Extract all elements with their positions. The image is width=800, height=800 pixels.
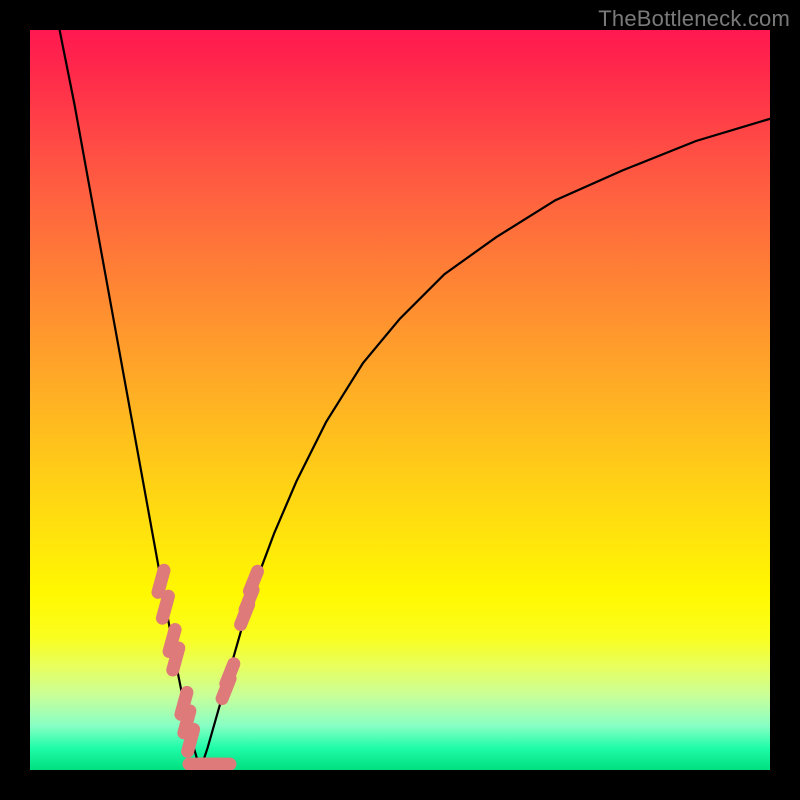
marker-0 — [158, 570, 164, 592]
marker-14 — [249, 571, 257, 591]
series-right-branch — [200, 119, 770, 770]
marker-1 — [162, 596, 168, 618]
curve-layer — [30, 30, 770, 770]
data-markers — [158, 570, 257, 764]
marker-6 — [188, 729, 194, 751]
marker-11 — [226, 664, 234, 684]
marker-3 — [173, 648, 179, 670]
chart-frame: TheBottleneck.com — [0, 0, 800, 800]
plot-area — [30, 30, 770, 770]
bottleneck-curve — [60, 30, 770, 770]
watermark-text: TheBottleneck.com — [598, 6, 790, 32]
